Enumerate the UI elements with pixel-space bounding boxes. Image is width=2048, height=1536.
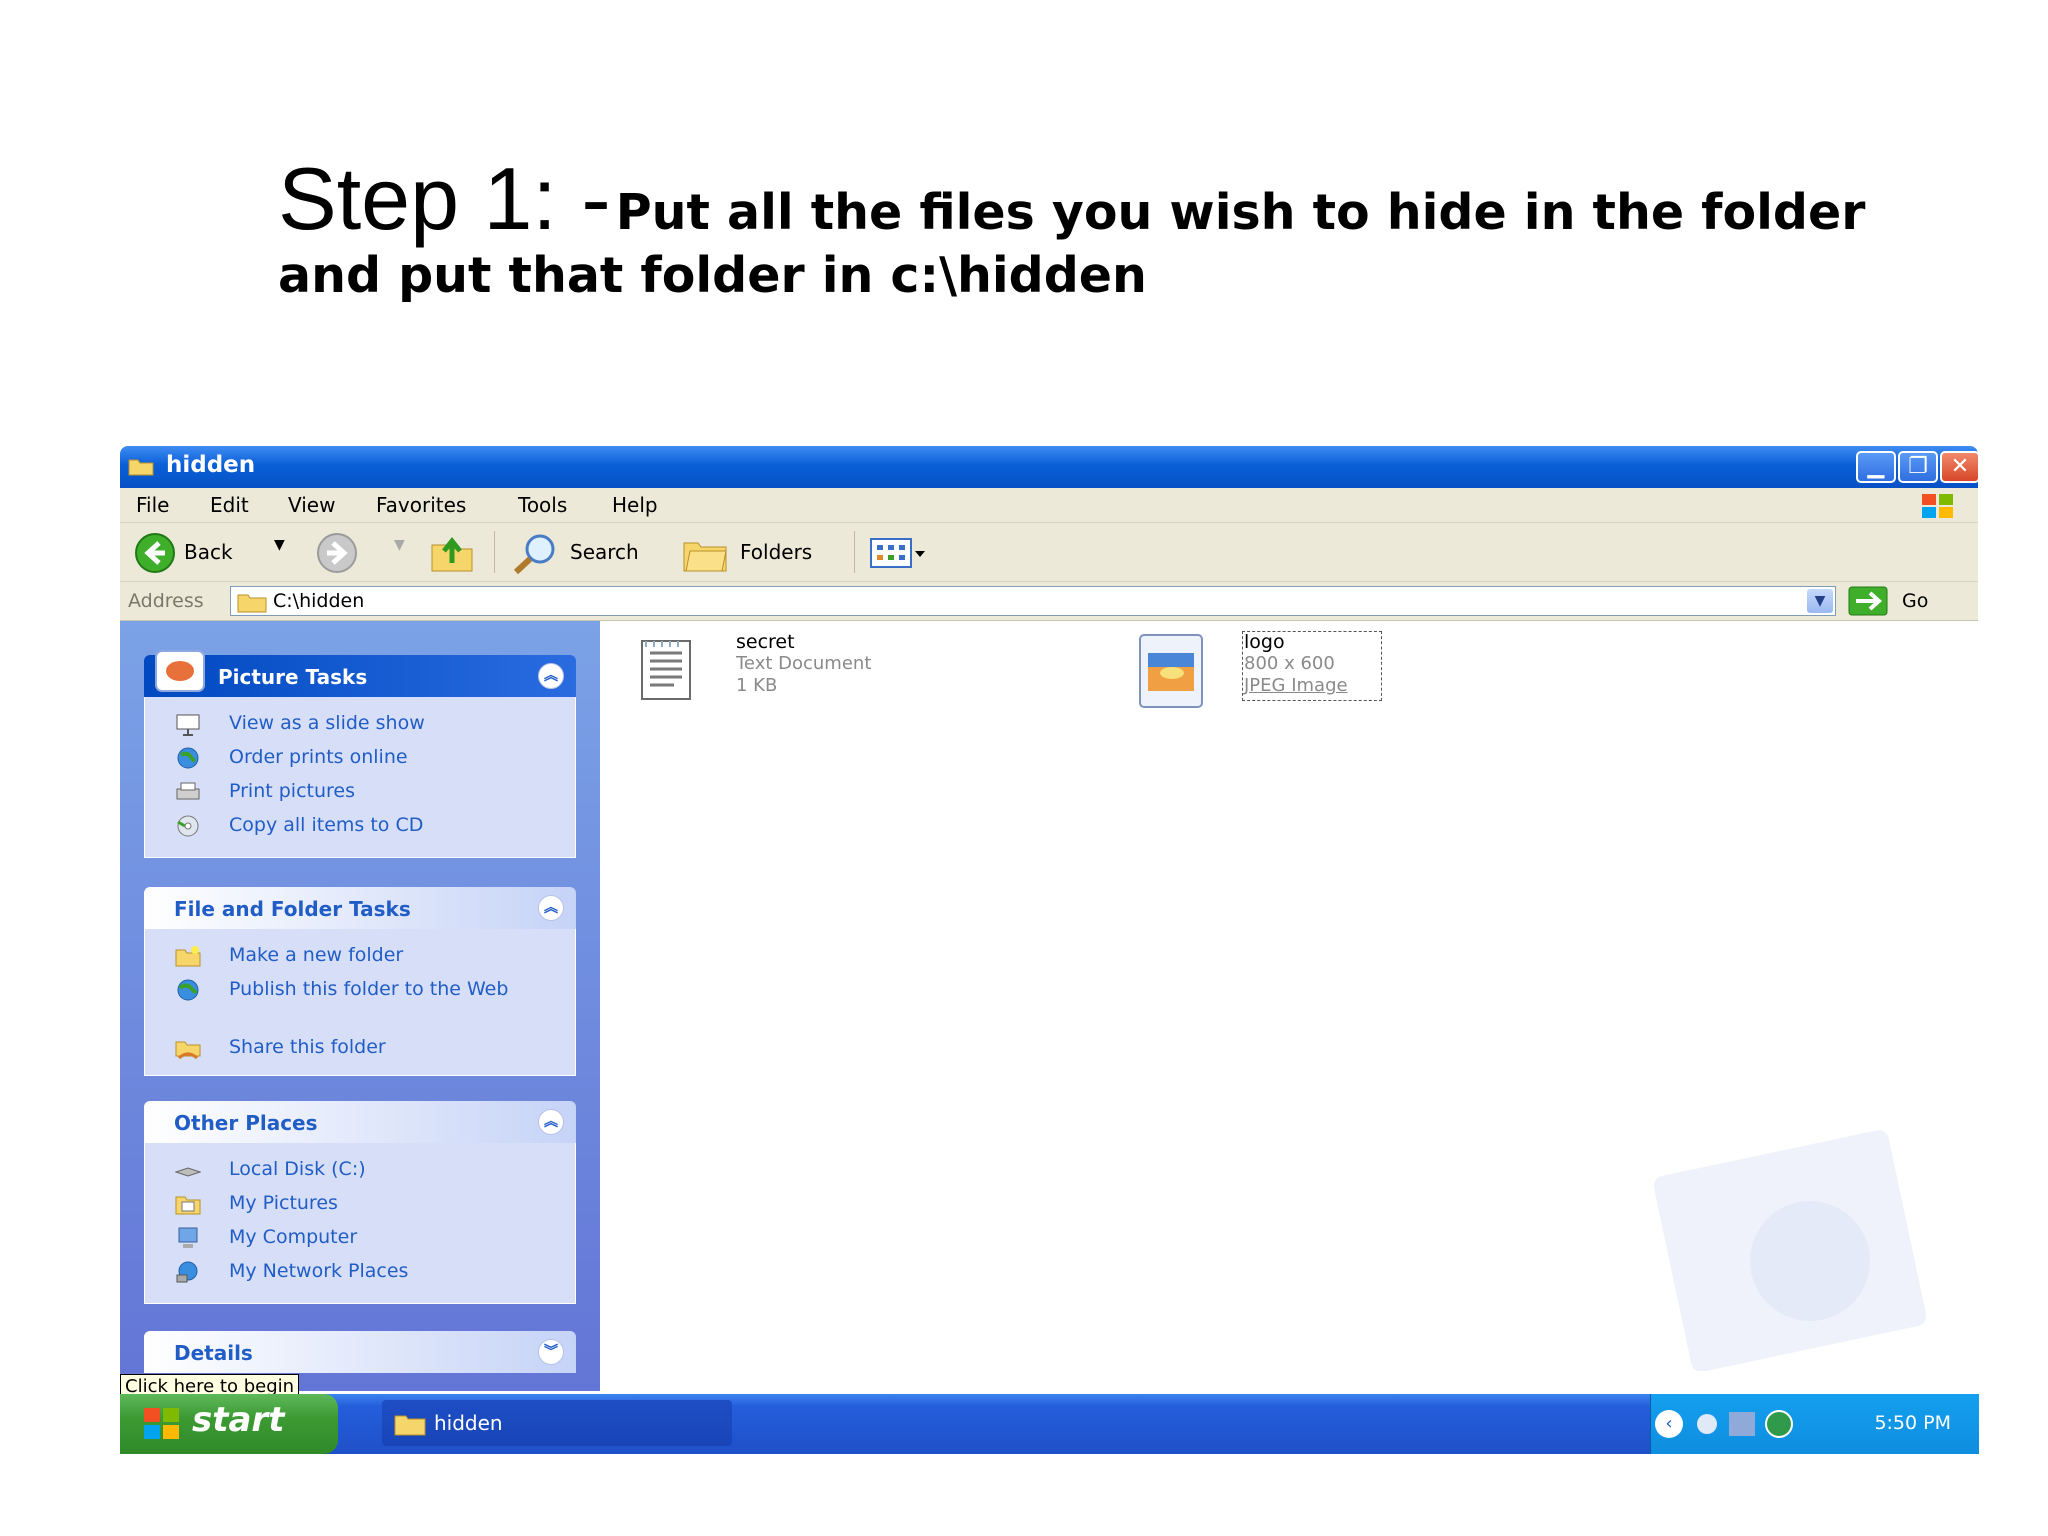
hard-disk-icon — [175, 1167, 201, 1177]
collapse-chevron-icon[interactable]: ︽ — [538, 663, 564, 689]
file-name: secret — [736, 631, 795, 653]
jpeg-image-icon — [1139, 634, 1203, 708]
menu-view[interactable]: View — [288, 493, 335, 517]
slide-heading: Step 1: - Put all the files you wish to … — [278, 149, 1978, 304]
details-panel: Details ︾ — [144, 1331, 576, 1373]
taskbar: start hidden ‹ 5:50 PM — [120, 1394, 1979, 1454]
folder-icon — [394, 1415, 426, 1436]
cd-icon — [177, 815, 199, 837]
computer-icon — [178, 1227, 198, 1248]
globe-icon — [177, 979, 199, 1001]
step-label: Step 1: - — [278, 149, 611, 248]
taskbar-clock[interactable]: 5:50 PM — [1874, 1412, 1951, 1434]
back-button[interactable]: Back — [184, 540, 233, 564]
views-icon[interactable] — [870, 537, 926, 569]
minimize-button[interactable]: ▁ — [1856, 451, 1896, 483]
tray-network-icon[interactable] — [1729, 1412, 1755, 1436]
forward-dropdown-icon[interactable]: ▼ — [394, 537, 405, 553]
menu-tools[interactable]: Tools — [518, 493, 567, 517]
file-item-logo[interactable]: logo 800 x 600 JPEG Image — [1136, 631, 1476, 711]
address-value: C:\hidden — [273, 590, 365, 612]
task-pane: Picture Tasks ︽ View as a slide show Ord… — [120, 621, 600, 1391]
menu-bar: File Edit View Favorites Tools Help — [120, 488, 1978, 523]
details-header[interactable]: Details ︾ — [144, 1331, 576, 1373]
globe-icon — [177, 747, 199, 769]
new-folder-icon — [175, 946, 201, 967]
tray-volume-icon[interactable] — [1697, 1414, 1717, 1434]
go-button[interactable]: Go — [1902, 590, 1928, 612]
restore-button[interactable]: ❐ — [1898, 451, 1938, 483]
watermark-picture-icon — [1653, 1130, 1927, 1371]
folder-icon — [128, 459, 154, 476]
pictures-folder-icon — [175, 1196, 201, 1215]
back-arrow-icon[interactable] — [134, 532, 176, 574]
tray-security-icon[interactable] — [1765, 1410, 1793, 1438]
file-dimensions: 800 x 600 — [1244, 653, 1335, 674]
up-folder-icon[interactable] — [430, 533, 474, 573]
start-button[interactable]: start — [120, 1394, 338, 1454]
instruction-line-1: Put all the files you wish to hide in th… — [615, 184, 1866, 241]
network-icon — [176, 1261, 198, 1283]
collapse-chevron-icon[interactable]: ︽ — [538, 1109, 564, 1135]
windows-logo-icon — [1922, 494, 1953, 518]
slideshow-icon — [176, 714, 200, 736]
file-list: secret Text Document 1 KB logo 800 x 600… — [600, 621, 1978, 1391]
address-input[interactable]: C:\hidden ▼ — [230, 586, 1836, 616]
picture-tasks-panel: Picture Tasks ︽ View as a slide show Ord… — [144, 650, 576, 858]
tray-expand-icon[interactable]: ‹ — [1655, 1410, 1683, 1438]
menu-edit[interactable]: Edit — [210, 493, 249, 517]
system-tray: ‹ 5:50 PM — [1650, 1394, 1979, 1454]
address-dropdown-icon[interactable]: ▼ — [1807, 589, 1833, 613]
windows-flag-icon — [144, 1408, 179, 1439]
search-button[interactable]: Search — [570, 540, 639, 564]
go-arrow-icon[interactable] — [1848, 586, 1888, 616]
address-label: Address — [128, 590, 204, 612]
other-places-panel: Other Places ︽ Local Disk (C:) My Pictur… — [144, 1101, 576, 1304]
back-dropdown-icon[interactable]: ▼ — [274, 537, 285, 553]
text-document-icon — [641, 640, 691, 700]
collapse-chevron-icon[interactable]: ︽ — [538, 895, 564, 921]
file-folder-tasks-panel: File and Folder Tasks ︽ Make a new folde… — [144, 887, 576, 1076]
printer-icon — [176, 782, 200, 800]
instruction-line-2: and put that folder in c:\hidden — [278, 246, 1147, 304]
file-type: Text Document — [736, 653, 872, 674]
toolbar: Back ▼ ▼ Search Folders — [120, 523, 1978, 582]
taskbar-item-hidden[interactable]: hidden — [382, 1400, 732, 1446]
picture-tasks-header[interactable]: Picture Tasks ︽ — [144, 650, 576, 697]
folders-button[interactable]: Folders — [740, 540, 812, 564]
menu-help[interactable]: Help — [612, 493, 658, 517]
title-bar[interactable]: hidden ▁ ❐ ✕ — [120, 446, 1980, 488]
share-folder-icon — [175, 1041, 201, 1060]
menu-file[interactable]: File — [136, 493, 169, 517]
explorer-window: hidden ▁ ❐ ✕ File Edit View Favorites To… — [120, 446, 1980, 1454]
file-size: 1 KB — [736, 675, 778, 696]
forward-arrow-icon[interactable] — [316, 532, 358, 574]
window-title: hidden — [166, 452, 256, 478]
other-places-header[interactable]: Other Places ︽ — [144, 1101, 576, 1143]
file-name: logo — [1244, 631, 1285, 653]
folders-icon[interactable] — [682, 535, 730, 573]
folder-icon — [237, 594, 267, 613]
menu-favorites[interactable]: Favorites — [376, 493, 466, 517]
file-type: JPEG Image — [1244, 675, 1348, 696]
file-item-secret[interactable]: secret Text Document 1 KB — [636, 631, 976, 711]
expand-chevron-icon[interactable]: ︾ — [538, 1339, 564, 1365]
address-bar: Address C:\hidden ▼ Go — [120, 582, 1978, 621]
search-icon[interactable] — [512, 533, 558, 575]
close-button[interactable]: ✕ — [1940, 451, 1980, 483]
file-folder-tasks-header[interactable]: File and Folder Tasks ︽ — [144, 887, 576, 929]
picture-tasks-icon — [155, 650, 205, 692]
